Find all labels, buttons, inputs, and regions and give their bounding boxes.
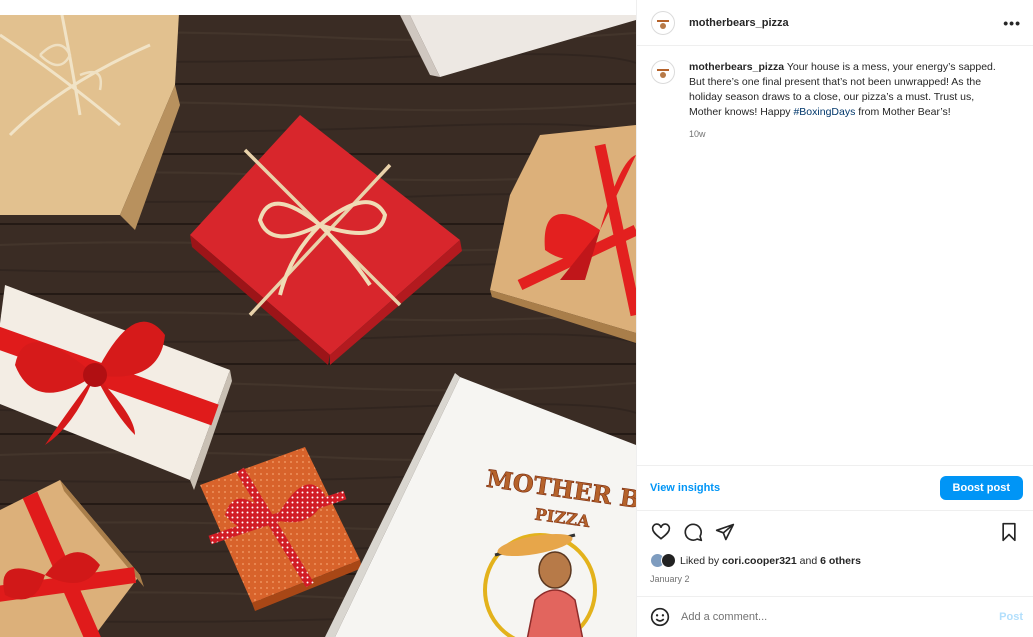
likes-middle: and (796, 554, 821, 567)
comment-bar: Add a comment... Post (637, 596, 1033, 637)
caption-body: motherbears_pizza Your house is a mess, … (689, 60, 1009, 142)
avatar[interactable] (651, 10, 675, 35)
post-date: January 2 (650, 574, 690, 584)
instagram-post-view: MOTHER BEAR'S PIZZA motherbears_pizza ••… (0, 0, 1033, 637)
hashtag-link[interactable]: #BoxingDays (793, 106, 855, 118)
liker-username[interactable]: cori.cooper321 (722, 555, 797, 567)
share-icon[interactable] (713, 520, 737, 544)
caption-time: 10w (689, 129, 706, 139)
boost-post-button[interactable]: Boost post (939, 476, 1023, 500)
gifts-illustration: MOTHER BEAR'S PIZZA (0, 15, 636, 637)
comment-input[interactable]: Add a comment... (681, 611, 999, 623)
liker-avatar (661, 553, 676, 568)
action-bar (637, 518, 1033, 546)
post-header: motherbears_pizza ••• (637, 0, 1033, 46)
post-image[interactable]: MOTHER BEAR'S PIZZA (0, 15, 636, 637)
likes-text: Liked by cori.cooper321 and 6 others (680, 555, 861, 567)
likes-others-link[interactable]: 6 others (820, 555, 861, 567)
emoji-icon[interactable] (649, 606, 671, 628)
post-side-panel: motherbears_pizza ••• motherbears_pizza … (636, 0, 1033, 637)
caption-text-after: from Mother Bear’s! (855, 106, 951, 118)
comment-icon[interactable] (681, 520, 705, 544)
likes-summary: Liked by cori.cooper321 and 6 others (650, 553, 861, 568)
avatar[interactable] (651, 60, 675, 84)
bookmark-icon[interactable] (997, 520, 1021, 544)
username[interactable]: motherbears_pizza (689, 17, 789, 29)
view-insights-link[interactable]: View insights (650, 482, 720, 494)
likes-prefix: Liked by (680, 554, 723, 567)
post-comment-button[interactable]: Post (999, 611, 1023, 623)
caption-text: motherbears_pizza Your house is a mess, … (689, 60, 1009, 120)
more-options-icon[interactable]: ••• (1003, 15, 1021, 31)
caption-username[interactable]: motherbears_pizza (689, 61, 784, 73)
heart-icon[interactable] (649, 520, 673, 544)
caption: motherbears_pizza Your house is a mess, … (637, 46, 1033, 142)
top-strip (0, 0, 636, 15)
insights-bar: View insights Boost post (637, 465, 1033, 511)
